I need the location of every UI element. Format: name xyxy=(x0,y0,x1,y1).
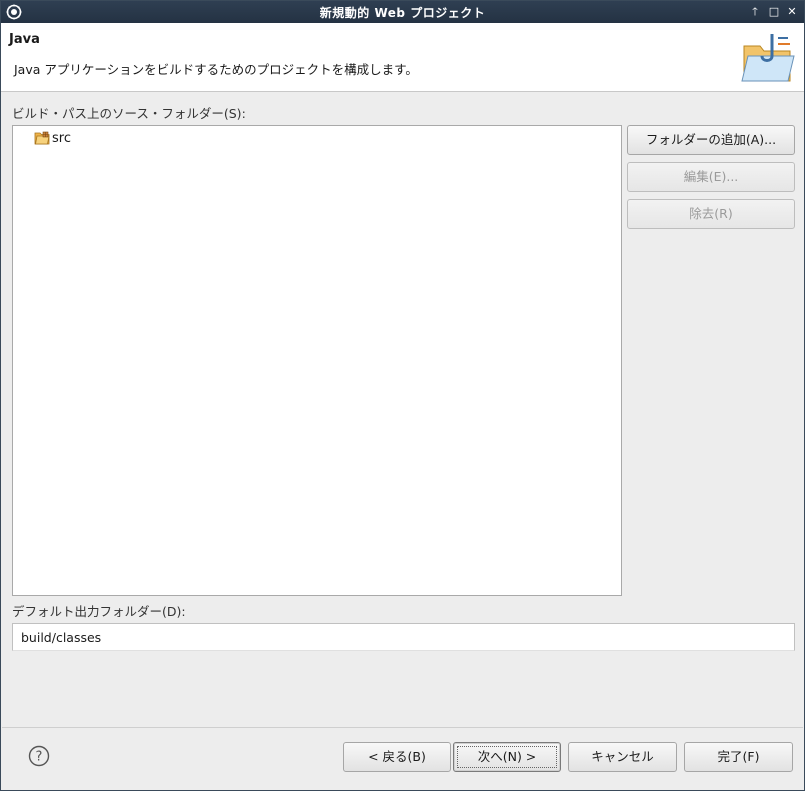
help-icon[interactable]: ? xyxy=(28,745,50,767)
dialog-window: 新規動的 Web プロジェクト 🡑 □ ✕ Java Java アプリケーション… xyxy=(0,0,805,791)
wizard-header: Java Java アプリケーションをビルドするためのプロジェクトを構成します。 xyxy=(1,23,804,92)
cancel-button[interactable]: キャンセル xyxy=(568,742,677,772)
page-title: Java xyxy=(9,32,40,47)
package-folder-icon xyxy=(34,131,50,145)
footer-divider xyxy=(2,727,803,728)
finish-button[interactable]: 完了(F) xyxy=(684,742,793,772)
window-title: 新規動的 Web プロジェクト xyxy=(319,6,486,20)
up-arrow-icon[interactable]: 🡑 xyxy=(747,4,763,20)
close-icon[interactable]: ✕ xyxy=(784,4,800,20)
edit-button[interactable]: 編集(E)... xyxy=(627,162,795,192)
output-folder-label: デフォルト出力フォルダー(D): xyxy=(12,604,186,619)
svg-text:?: ? xyxy=(36,750,43,765)
tree-item-src[interactable]: src xyxy=(34,129,71,147)
output-folder-input[interactable] xyxy=(12,623,795,651)
next-button[interactable]: 次へ(N) > xyxy=(453,742,561,772)
add-folder-button[interactable]: フォルダーの追加(A)... xyxy=(627,125,795,155)
title-bar[interactable]: 新規動的 Web プロジェクト 🡑 □ ✕ xyxy=(1,1,804,23)
back-button[interactable]: < 戻る(B) xyxy=(343,742,451,772)
source-folder-tree[interactable]: src xyxy=(12,125,622,596)
tree-item-label: src xyxy=(52,130,71,146)
page-description: Java アプリケーションをビルドするためのプロジェクトを構成します。 xyxy=(14,62,418,77)
source-folders-label: ビルド・パス上のソース・フォルダー(S): xyxy=(12,106,246,121)
java-folder-banner-icon xyxy=(741,34,795,82)
maximize-icon[interactable]: □ xyxy=(766,4,782,20)
remove-button[interactable]: 除去(R) xyxy=(627,199,795,229)
